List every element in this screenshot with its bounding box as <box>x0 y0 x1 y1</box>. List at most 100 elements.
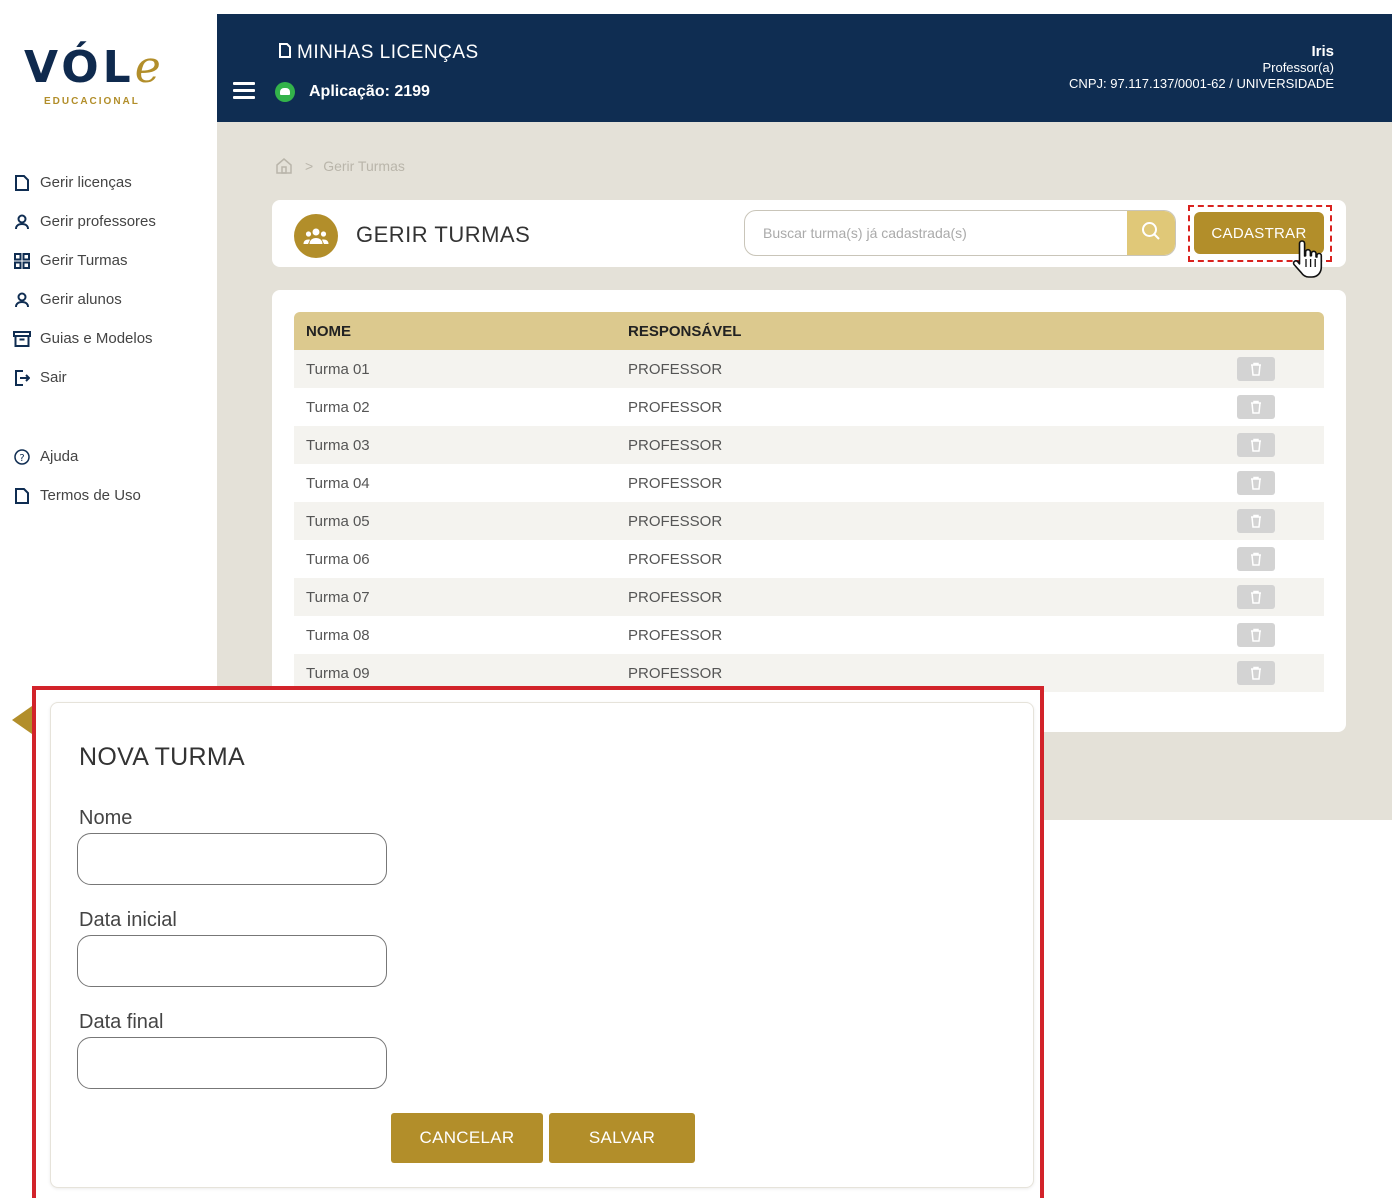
cancel-button[interactable]: CANCELAR <box>391 1113 543 1163</box>
android-icon <box>275 82 295 102</box>
cell-name: Turma 05 <box>306 512 370 530</box>
cell-responsible: PROFESSOR <box>628 664 723 682</box>
trash-icon[interactable] <box>1237 357 1275 381</box>
sidebar-nav: Gerir licenças Gerir professores Gerir T… <box>12 163 212 515</box>
page-title: GERIR TURMAS <box>356 222 531 247</box>
trash-icon[interactable] <box>1237 433 1275 457</box>
trash-icon[interactable] <box>1237 661 1275 685</box>
top-header: MINHAS LICENÇAS Aplicação: 2199 Iris Pro… <box>217 14 1392 122</box>
sidebar-item-guias-modelos[interactable]: Guias e Modelos <box>12 319 212 358</box>
table-row[interactable]: Turma 05 PROFESSOR <box>294 502 1324 540</box>
trash-icon[interactable] <box>1237 623 1275 647</box>
user-icon <box>12 290 32 310</box>
table-body: Turma 01 PROFESSOR Turma 02 PROFESSOR Tu… <box>294 350 1324 692</box>
sidebar-item-gerir-alunos[interactable]: Gerir alunos <box>12 280 212 319</box>
table-row[interactable]: Turma 06 PROFESSOR <box>294 540 1324 578</box>
sidebar-item-label: Gerir alunos <box>40 291 122 308</box>
trash-icon[interactable] <box>1237 585 1275 609</box>
table-header: NOME RESPONSÁVEL <box>294 312 1324 350</box>
user-info[interactable]: Iris Professor(a) CNPJ: 97.117.137/0001-… <box>1069 44 1334 92</box>
data-inicial-label: Data inicial <box>79 909 177 931</box>
nome-label: Nome <box>79 807 133 829</box>
user-icon <box>12 212 32 232</box>
toolbar-card: GERIR TURMAS CADASTRAR <box>272 200 1346 278</box>
cell-responsible: PROFESSOR <box>628 436 723 454</box>
trash-icon[interactable] <box>1237 395 1275 419</box>
header-title: MINHAS LICENÇAS <box>297 42 479 63</box>
data-inicial-field[interactable] <box>77 935 387 987</box>
document-icon <box>12 173 32 193</box>
cell-responsible: PROFESSOR <box>628 550 723 568</box>
search-icon <box>1141 221 1161 246</box>
cell-name: Turma 06 <box>306 550 370 568</box>
cell-name: Turma 04 <box>306 474 370 492</box>
arrow-left-icon <box>8 702 32 736</box>
turmas-table: NOME RESPONSÁVEL Turma 01 PROFESSOR Turm… <box>294 312 1324 692</box>
sidebar-item-label: Gerir licenças <box>40 174 132 191</box>
logo: VÓLe EDUCACIONAL <box>24 46 194 116</box>
modal-title: NOVA TURMA <box>79 743 245 771</box>
data-final-field[interactable] <box>77 1037 387 1089</box>
grid-icon <box>12 251 32 271</box>
modal-highlight-frame: NOVA TURMA Nome Data inicial Data final … <box>32 686 1044 1198</box>
trash-icon[interactable] <box>1237 547 1275 571</box>
search-button[interactable] <box>1127 211 1175 255</box>
table-card: NOME RESPONSÁVEL Turma 01 PROFESSOR Turm… <box>272 290 1346 732</box>
sidebar-item-termos-de-uso[interactable]: Termos de Uso <box>12 476 212 515</box>
trash-icon[interactable] <box>1237 471 1275 495</box>
cell-responsible: PROFESSOR <box>628 398 723 416</box>
app-label: Aplicação: 2199 <box>309 83 430 100</box>
breadcrumb: > Gerir Turmas <box>275 158 405 174</box>
logo-text: VÓL <box>24 42 135 93</box>
sidebar-item-gerir-professores[interactable]: Gerir professores <box>12 202 212 241</box>
cell-responsible: PROFESSOR <box>628 474 723 492</box>
table-row[interactable]: Turma 04 PROFESSOR <box>294 464 1324 502</box>
sidebar-item-label: Gerir professores <box>40 213 156 230</box>
document-icon <box>12 486 32 506</box>
sidebar-item-sair[interactable]: Sair <box>12 358 212 397</box>
sidebar-item-label: Sair <box>40 369 67 386</box>
cell-name: Turma 08 <box>306 626 370 644</box>
group-icon <box>294 214 338 258</box>
menu-icon[interactable] <box>233 82 255 100</box>
sidebar-item-label: Ajuda <box>40 448 79 465</box>
cell-responsible: PROFESSOR <box>628 360 723 378</box>
table-row[interactable]: Turma 08 PROFESSOR <box>294 616 1324 654</box>
search-box <box>744 210 1176 256</box>
column-header-nome[interactable]: NOME <box>294 323 628 340</box>
user-organization: CNPJ: 97.117.137/0001-62 / UNIVERSIDADE <box>1069 76 1334 91</box>
cell-name: Turma 03 <box>306 436 370 454</box>
document-icon <box>279 42 291 64</box>
table-row[interactable]: Turma 03 PROFESSOR <box>294 426 1324 464</box>
data-final-label: Data final <box>79 1011 164 1033</box>
user-role: Professor(a) <box>1262 60 1334 75</box>
table-row[interactable]: Turma 01 PROFESSOR <box>294 350 1324 388</box>
trash-icon[interactable] <box>1237 509 1275 533</box>
save-button[interactable]: SALVAR <box>549 1113 695 1163</box>
table-row[interactable]: Turma 07 PROFESSOR <box>294 578 1324 616</box>
table-row[interactable]: Turma 02 PROFESSOR <box>294 388 1324 426</box>
search-input[interactable] <box>745 211 1129 255</box>
archive-icon <box>12 329 32 349</box>
sidebar-item-label: Gerir Turmas <box>40 252 128 269</box>
sidebar-item-gerir-licencas[interactable]: Gerir licenças <box>12 163 212 202</box>
sidebar-item-gerir-turmas[interactable]: Gerir Turmas <box>12 241 212 280</box>
logo-subtitle: EDUCACIONAL <box>44 96 140 107</box>
cell-responsible: PROFESSOR <box>628 588 723 606</box>
logo-accent: e <box>134 42 161 93</box>
cell-responsible: PROFESSOR <box>628 626 723 644</box>
sidebar-item-ajuda[interactable]: ? Ajuda <box>12 437 212 476</box>
cell-name: Turma 09 <box>306 664 370 682</box>
nome-field[interactable] <box>77 833 387 885</box>
nova-turma-modal: NOVA TURMA Nome Data inicial Data final … <box>50 702 1034 1188</box>
hand-cursor-icon <box>1290 238 1324 280</box>
sidebar-item-label: Termos de Uso <box>40 487 141 504</box>
logout-icon <box>12 368 32 388</box>
user-name: Iris <box>1311 43 1334 60</box>
column-header-responsavel[interactable]: RESPONSÁVEL <box>628 323 1188 340</box>
svg-text:?: ? <box>19 453 24 464</box>
cell-responsible: PROFESSOR <box>628 512 723 530</box>
sidebar-item-label: Guias e Modelos <box>40 330 153 347</box>
cell-name: Turma 02 <box>306 398 370 416</box>
home-icon[interactable] <box>275 158 293 174</box>
